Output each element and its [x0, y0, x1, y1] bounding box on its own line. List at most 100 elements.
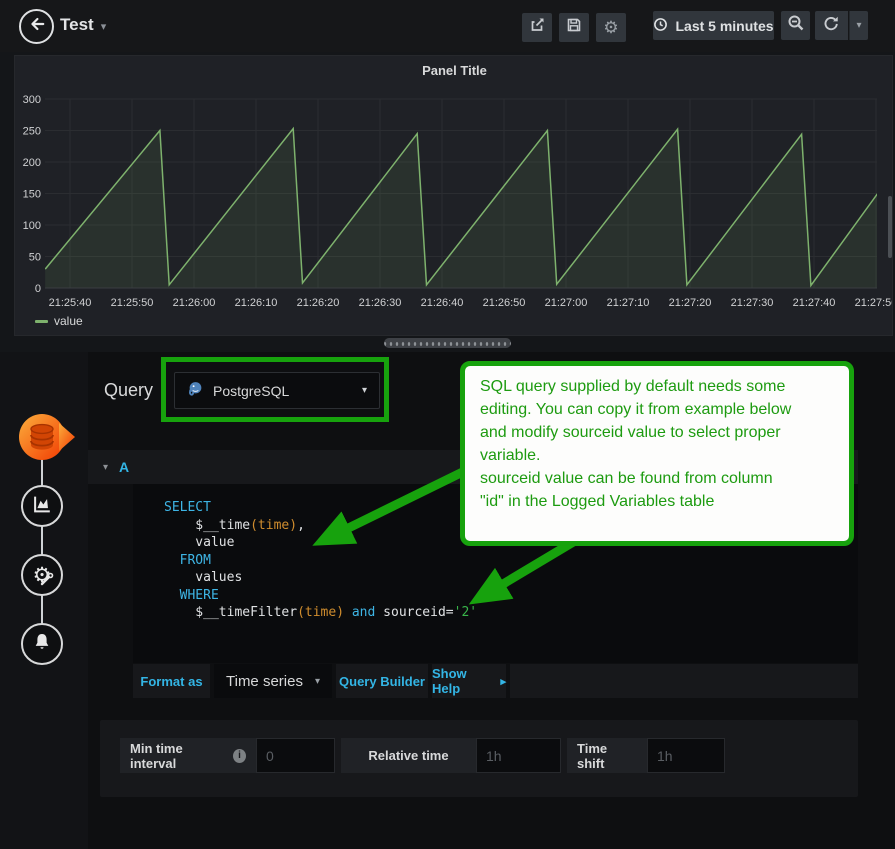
format-as-label-segment: Format as — [133, 664, 210, 698]
tab-visualization[interactable] — [21, 485, 63, 527]
y-axis-tick-label: 250 — [23, 126, 41, 138]
time-shift-label: Time shift — [567, 738, 647, 773]
save-button[interactable] — [559, 13, 589, 42]
legend-series-color — [35, 320, 48, 323]
sql-token: values — [164, 570, 242, 585]
panel-resize-handle[interactable] — [384, 338, 511, 348]
query-builder-segment: Query Builder — [336, 664, 428, 698]
sql-token: $__timeFilter — [164, 605, 297, 620]
zoom-out-button[interactable] — [781, 11, 810, 40]
format-as-dropdown[interactable]: Time series ▾ — [214, 664, 332, 698]
query-builder-link[interactable]: Query Builder — [339, 674, 425, 689]
sql-token: (time) — [250, 518, 297, 533]
share-button[interactable] — [522, 13, 552, 42]
x-axis-tick-label: 21:27:50 — [855, 297, 893, 309]
relative-time-input[interactable] — [476, 738, 561, 773]
info-icon[interactable]: i — [233, 749, 246, 763]
sql-token: $__time — [164, 518, 250, 533]
format-as-value: Time series — [226, 673, 303, 690]
y-axis-tick-label: 0 — [35, 283, 41, 295]
postgresql-icon — [187, 380, 204, 402]
sql-token: (time) — [297, 605, 344, 620]
queries-tab-icon — [15, 408, 77, 466]
show-help-link[interactable]: Show Help — [432, 666, 496, 696]
x-axis-tick-label: 21:27:40 — [793, 297, 836, 309]
chevron-down-icon: ▾ — [856, 20, 861, 31]
query-toolbar: Format as Time series ▾ Query Builder Sh… — [133, 664, 858, 698]
sql-token: '2' — [454, 605, 477, 620]
tab-alert[interactable] — [21, 623, 63, 665]
legend-series-label: value — [54, 314, 83, 328]
time-range-picker[interactable]: Last 5 minutes — [653, 11, 774, 40]
chevron-right-icon: ▸ — [500, 675, 506, 688]
refresh-icon — [823, 15, 840, 37]
datasource-dropdown[interactable]: PostgreSQL ▾ — [174, 372, 380, 409]
sql-token: sourceid= — [375, 605, 453, 620]
chevron-down-icon: ▾ — [101, 20, 107, 33]
refresh-interval-dropdown[interactable]: ▾ — [849, 11, 868, 40]
timeseries-chart[interactable]: 05010015020025030021:25:4021:25:5021:26:… — [15, 84, 893, 336]
panel-options-card: Min time interval i Relative time Time s… — [100, 720, 858, 797]
sql-line: values — [164, 569, 858, 587]
callout-text-line: sourceid value can be found from column — [480, 467, 834, 490]
x-axis-tick-label: 21:25:50 — [111, 297, 154, 309]
save-icon — [565, 16, 583, 39]
x-axis-tick-label: 21:26:40 — [421, 297, 464, 309]
refresh-button[interactable] — [815, 11, 848, 40]
arrow-left-icon — [27, 14, 47, 39]
clock-icon — [653, 17, 668, 35]
tab-queries[interactable] — [15, 408, 77, 466]
toolbar-filler — [510, 664, 858, 698]
x-axis-tick-label: 21:26:50 — [483, 297, 526, 309]
x-axis-tick-label: 21:25:40 — [49, 297, 92, 309]
graph-panel: Panel Title 05010015020025030021:25:4021… — [14, 55, 893, 336]
panel-title[interactable]: Panel Title — [15, 63, 893, 78]
chart-icon — [31, 493, 53, 520]
x-axis-tick-label: 21:27:10 — [607, 297, 650, 309]
y-axis-tick-label: 200 — [23, 157, 41, 169]
callout-text-line: variable. — [480, 444, 834, 467]
sql-line: FROM — [164, 552, 858, 570]
panel-settings-button[interactable]: ⚙ — [596, 13, 626, 42]
annotation-callout: SQL query supplied by default needs some… — [460, 361, 854, 546]
sql-token — [344, 605, 352, 620]
x-axis-tick-label: 21:27:00 — [545, 297, 588, 309]
dashboard-title-dropdown[interactable]: Test ▾ — [60, 15, 106, 35]
sql-line: $__timeFilter(time) and sourceid='2' — [164, 604, 858, 622]
sql-line: WHERE — [164, 587, 858, 605]
chevron-down-icon: ▾ — [362, 385, 367, 396]
y-axis-tick-label: 300 — [23, 94, 41, 106]
query-section-title: Query — [104, 380, 153, 401]
chart-legend[interactable]: value — [35, 314, 83, 328]
top-navbar: Test ▾ ⚙ Last 5 minutes ▾ — [0, 0, 895, 52]
chevron-down-icon: ▾ — [103, 462, 108, 473]
y-axis-tick-label: 100 — [23, 220, 41, 232]
callout-text-line: editing. You can copy it from example be… — [480, 398, 834, 421]
dashboard-title: Test — [60, 15, 94, 35]
x-axis-tick-label: 21:26:00 — [173, 297, 216, 309]
time-shift-input[interactable] — [647, 738, 725, 773]
gear-icon: ⚙ — [603, 19, 618, 36]
y-axis-tick-label: 150 — [23, 189, 41, 201]
show-help-segment: Show Help ▸ — [432, 664, 506, 698]
x-axis-tick-label: 21:26:30 — [359, 297, 402, 309]
query-ref-id: A — [119, 459, 129, 475]
sql-token: value — [164, 535, 234, 550]
panel-options-row: Min time interval i Relative time Time s… — [120, 738, 725, 773]
sql-token — [164, 588, 180, 603]
bell-icon — [32, 632, 52, 657]
relative-time-label: Relative time — [341, 738, 476, 773]
sql-token: FROM — [180, 553, 211, 568]
min-time-interval-input[interactable] — [256, 738, 335, 773]
series-area-fill — [45, 129, 882, 288]
callout-text-line: SQL query supplied by default needs some — [480, 375, 834, 398]
sql-token: WHERE — [180, 588, 219, 603]
tab-general[interactable]: ⚙ — [21, 554, 63, 596]
sql-token: and — [352, 605, 375, 620]
back-button[interactable] — [19, 9, 54, 44]
chevron-down-icon: ▾ — [315, 676, 320, 687]
share-icon — [528, 16, 546, 39]
callout-text-line: "id" in the Logged Variables table — [480, 490, 834, 513]
time-range-label: Last 5 minutes — [675, 18, 773, 34]
panel-scrollbar-thumb[interactable] — [888, 196, 892, 258]
